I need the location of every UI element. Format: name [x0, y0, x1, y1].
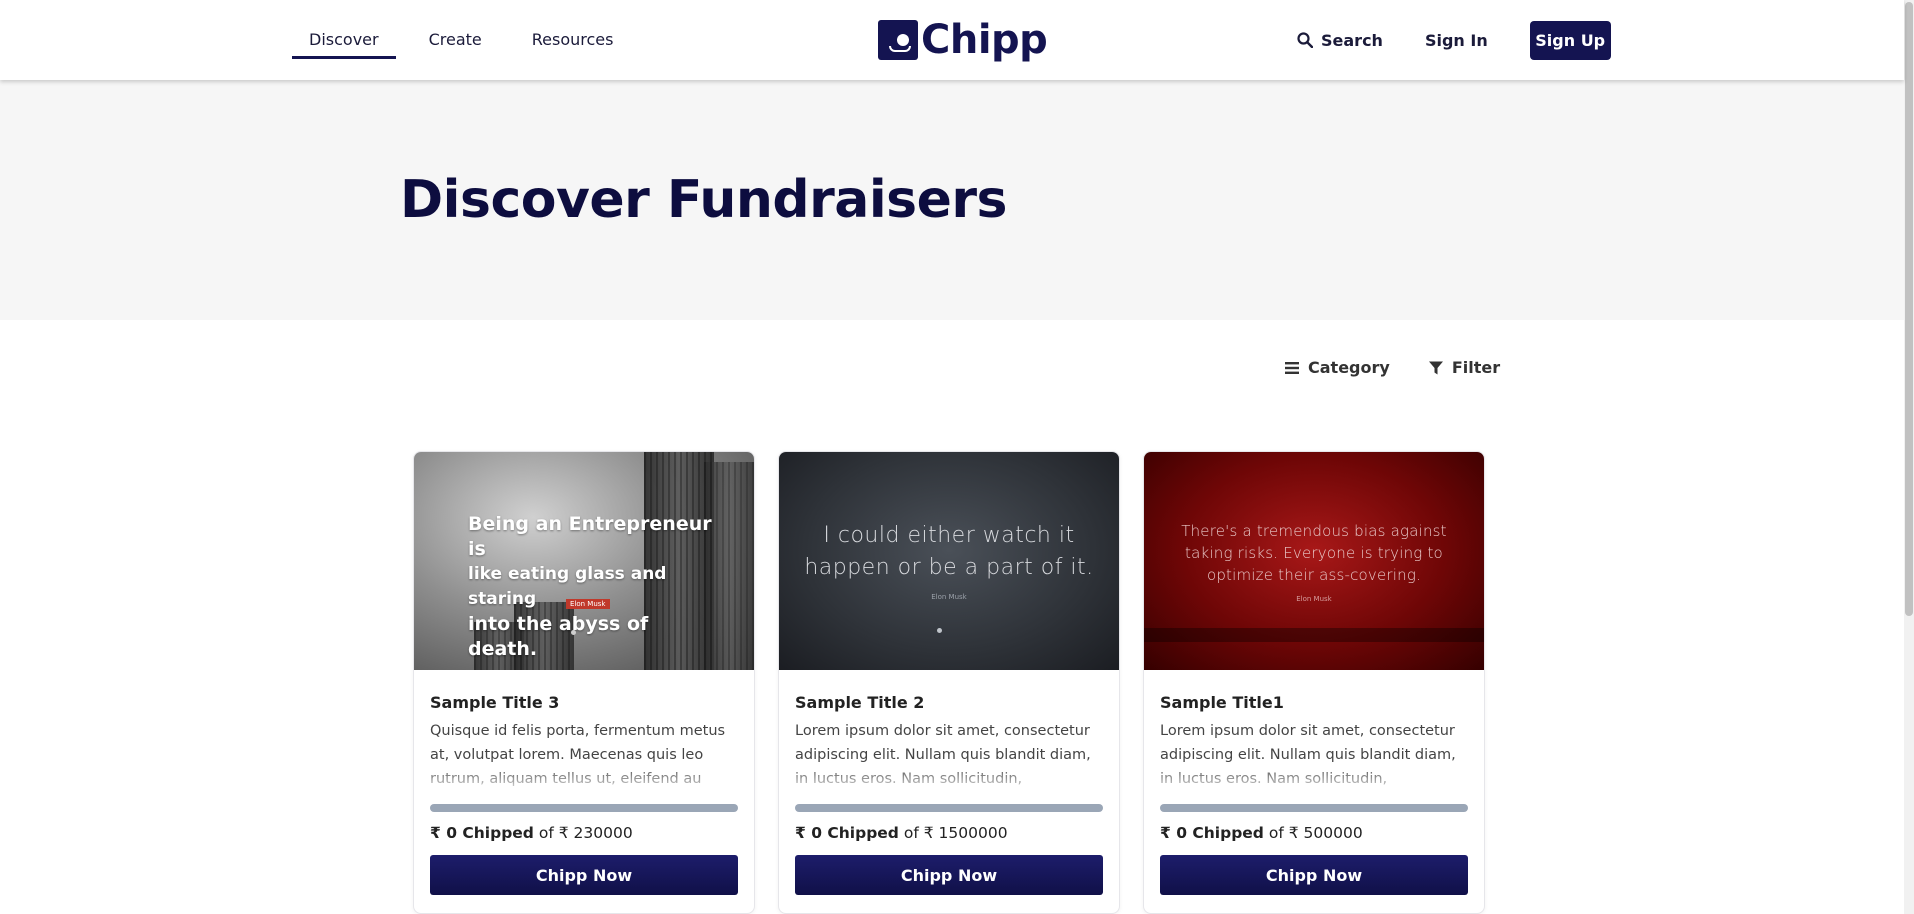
quote-text: Being an Entrepreneur is like eating gla… [468, 513, 712, 660]
fundraiser-image[interactable]: I could either watch it happen or be a p… [779, 452, 1119, 670]
progress-bar [1160, 804, 1468, 812]
quote-text: I could either watch it happen or be a p… [804, 523, 1094, 580]
fundraiser-card[interactable]: I could either watch it happen or be a p… [778, 451, 1120, 914]
quote-author: Elon Musk [931, 593, 967, 601]
amount-raised: ₹ 0 Chipped of ₹ 1500000 [795, 824, 1008, 842]
card-description: Quisque id felis porta, fermentum metus … [430, 723, 726, 787]
filter-button[interactable]: Filter [1428, 358, 1500, 377]
card-title[interactable]: Sample Title1 [1160, 693, 1468, 712]
amount-raised: ₹ 0 Chipped of ₹ 230000 [430, 824, 633, 842]
progress-bar [430, 804, 738, 812]
hero-banner: Discover Fundraisers [0, 80, 1904, 320]
filter-label: Filter [1451, 358, 1501, 377]
page-title: Discover Fundraisers [400, 170, 1007, 230]
card-description: Lorem ipsum dolor sit amet, consectetur … [795, 723, 1091, 787]
page-scrollbar[interactable] [1904, 0, 1914, 914]
quote-author: Elon Musk [1296, 595, 1332, 603]
nav-resources[interactable]: Resources [515, 0, 631, 80]
amount-raised: ₹ 0 Chipped of ₹ 500000 [1160, 824, 1363, 842]
nav-create[interactable]: Create [412, 0, 499, 80]
site-header: Discover Create Resources Chipp Search S… [0, 0, 1904, 80]
scrollbar-thumb[interactable] [1905, 2, 1913, 616]
card-title[interactable]: Sample Title 3 [430, 693, 738, 712]
quote-author: Elon Musk [566, 599, 610, 609]
account-nav: Search Sign In Sign Up [1297, 0, 1611, 80]
card-title[interactable]: Sample Title 2 [795, 693, 1103, 712]
search-icon [1297, 32, 1313, 48]
primary-nav: Discover Create Resources [292, 0, 630, 80]
logo-icon [878, 20, 918, 60]
category-label: Category [1308, 358, 1390, 377]
card-description: Lorem ipsum dolor sit amet, consectetur … [1160, 723, 1456, 787]
fundraiser-card[interactable]: There's a tremendous bias against taking… [1143, 451, 1485, 914]
chipp-now-button[interactable]: Chipp Now [795, 855, 1103, 895]
nav-discover[interactable]: Discover [292, 0, 396, 80]
progress-bar [795, 804, 1103, 812]
search-label: Search [1321, 30, 1383, 50]
sign-in-button[interactable]: Sign In [1425, 31, 1488, 50]
list-icon [1285, 361, 1299, 374]
fundraiser-image[interactable]: Being an Entrepreneur is like eating gla… [414, 452, 754, 670]
brand-logo[interactable]: Chipp [878, 17, 1048, 63]
logo-text: Chipp [921, 17, 1048, 63]
fundraiser-card[interactable]: Being an Entrepreneur is like eating gla… [413, 451, 755, 914]
filter-toolbar: Category Filter [1284, 358, 1500, 377]
filter-icon [1428, 361, 1443, 374]
chipp-now-button[interactable]: Chipp Now [430, 855, 738, 895]
category-button[interactable]: Category [1284, 358, 1390, 377]
chipp-now-button[interactable]: Chipp Now [1160, 855, 1468, 895]
sign-up-button[interactable]: Sign Up [1529, 20, 1611, 60]
fundraiser-image[interactable]: There's a tremendous bias against taking… [1144, 452, 1484, 670]
quote-text: There's a tremendous bias against taking… [1181, 522, 1447, 584]
search-button[interactable]: Search [1297, 31, 1383, 50]
